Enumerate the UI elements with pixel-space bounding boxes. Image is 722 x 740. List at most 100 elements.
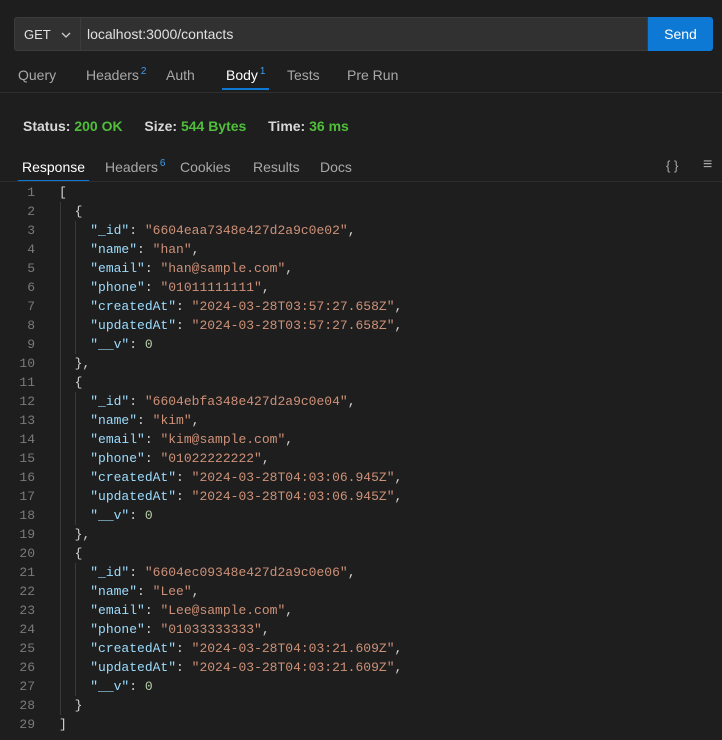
code-text: "__v": 0: [90, 679, 153, 694]
code-line: 6 "phone": "01011111111",: [0, 278, 722, 297]
code-text: "updatedAt": "2024-03-28T04:03:06.945Z",: [90, 489, 403, 504]
code-text: "__v": 0: [90, 508, 153, 523]
line-number: 12: [19, 394, 35, 409]
tab-label: Response: [22, 159, 86, 175]
tab-body[interactable]: Body 1: [221, 66, 271, 90]
code-text: "createdAt": "2024-03-28T04:03:06.945Z",: [90, 470, 403, 485]
code-text: "updatedAt": "2024-03-28T04:03:21.609Z",: [90, 660, 403, 675]
time-value: 36 ms: [309, 118, 349, 134]
code-line: 15 "phone": "01022222222",: [0, 449, 722, 468]
code-text: "email": "han@sample.com",: [90, 261, 294, 276]
menu-icon[interactable]: ≡: [703, 156, 712, 174]
size-label: Size:: [144, 118, 178, 134]
code-line: 10 },: [0, 354, 722, 373]
line-number: 19: [19, 527, 35, 542]
line-number: 23: [19, 603, 35, 618]
line-number: 20: [19, 546, 35, 561]
code-text: "email": "kim@sample.com",: [90, 432, 294, 447]
code-text: "_id": "6604ebfa348e427d2a9c0e04",: [90, 394, 356, 409]
indent-guide: [75, 563, 77, 696]
code-line: 13 "name": "kim",: [0, 411, 722, 430]
code-line: 27 "__v": 0: [0, 677, 722, 696]
code-line: 19 },: [0, 525, 722, 544]
tab-response[interactable]: Response: [17, 159, 90, 182]
code-text: "name": "han",: [90, 242, 200, 257]
code-text: {: [59, 546, 83, 561]
line-number: 26: [19, 660, 35, 675]
code-text: },: [59, 356, 91, 371]
code-text: "email": "Lee@sample.com",: [90, 603, 294, 618]
code-line: 23 "email": "Lee@sample.com",: [0, 601, 722, 620]
tab-label: Pre Run: [347, 67, 399, 83]
indent-guide: [75, 221, 77, 354]
code-text: ]: [59, 717, 67, 732]
braces-icon[interactable]: { }: [666, 158, 678, 173]
request-bar: GET Send: [14, 17, 713, 51]
line-number: 22: [19, 584, 35, 599]
tab-label: Headers: [86, 67, 139, 83]
status-value: 200 OK: [74, 118, 123, 134]
code-line: 9 "__v": 0: [0, 335, 722, 354]
tab-response-headers[interactable]: Headers 6: [105, 158, 166, 175]
tab-label: Headers: [105, 159, 158, 175]
response-body-editor[interactable]: 1[2 {3 "_id": "6604eaa7348e427d2a9c0e02"…: [0, 183, 722, 740]
line-number: 13: [19, 413, 35, 428]
method-select[interactable]: GET: [14, 17, 80, 51]
code-line: 25 "createdAt": "2024-03-28T04:03:21.609…: [0, 639, 722, 658]
tab-results[interactable]: Results: [253, 159, 300, 175]
code-text: "createdAt": "2024-03-28T03:57:27.658Z",: [90, 299, 403, 314]
tab-label: Query: [18, 67, 57, 83]
code-line: 29]: [0, 715, 722, 734]
tab-query[interactable]: Query: [18, 67, 56, 83]
line-number: 29: [19, 717, 35, 732]
line-number: 2: [27, 204, 35, 219]
code-line: 11 {: [0, 373, 722, 392]
code-line: 8 "updatedAt": "2024-03-28T03:57:27.658Z…: [0, 316, 722, 335]
tab-label: Docs: [320, 159, 352, 175]
tab-tests[interactable]: Tests: [287, 67, 320, 83]
code-line: 18 "__v": 0: [0, 506, 722, 525]
code-text: {: [59, 204, 83, 219]
tab-auth[interactable]: Auth: [166, 67, 195, 83]
response-status: Status: 200 OK Size: 544 Bytes Time: 36 …: [23, 118, 349, 134]
line-number: 9: [27, 337, 35, 352]
tab-docs[interactable]: Docs: [320, 159, 352, 175]
line-number: 25: [19, 641, 35, 656]
line-number: 7: [27, 299, 35, 314]
url-input[interactable]: [80, 17, 648, 51]
code-line: 22 "name": "Lee",: [0, 582, 722, 601]
code-text: [: [59, 185, 67, 200]
chevron-down-icon: [61, 32, 71, 38]
line-number: 3: [27, 223, 35, 238]
line-number: 16: [19, 470, 35, 485]
tab-cookies[interactable]: Cookies: [180, 159, 231, 175]
tab-label: Cookies: [180, 159, 231, 175]
code-line: 1[: [0, 183, 722, 202]
line-number: 8: [27, 318, 35, 333]
indent-guide: [75, 392, 77, 525]
line-number: 11: [19, 375, 35, 390]
send-button[interactable]: Send: [648, 17, 713, 51]
indent-guide: [59, 202, 61, 715]
tab-badge: 6: [159, 158, 166, 169]
code-line: 28 }: [0, 696, 722, 715]
tab-headers[interactable]: Headers 2: [86, 66, 147, 83]
line-number: 18: [19, 508, 35, 523]
status-label: Status:: [23, 118, 71, 134]
tab-badge: 2: [140, 66, 147, 77]
code-line: 12 "_id": "6604ebfa348e427d2a9c0e04",: [0, 392, 722, 411]
code-text: "phone": "01033333333",: [90, 622, 270, 637]
code-line: 7 "createdAt": "2024-03-28T03:57:27.658Z…: [0, 297, 722, 316]
line-number: 17: [19, 489, 35, 504]
code-line: 21 "_id": "6604ec09348e427d2a9c0e06",: [0, 563, 722, 582]
tab-label: Auth: [166, 67, 195, 83]
line-number: 10: [19, 356, 35, 371]
code-line: 17 "updatedAt": "2024-03-28T04:03:06.945…: [0, 487, 722, 506]
line-number: 5: [27, 261, 35, 276]
size-value: 544 Bytes: [180, 118, 247, 134]
tab-pre-run[interactable]: Pre Run: [347, 67, 398, 83]
code-text: "name": "Lee",: [90, 584, 200, 599]
line-number: 24: [19, 622, 35, 637]
code-line: 26 "updatedAt": "2024-03-28T04:03:21.609…: [0, 658, 722, 677]
code-line: 24 "phone": "01033333333",: [0, 620, 722, 639]
